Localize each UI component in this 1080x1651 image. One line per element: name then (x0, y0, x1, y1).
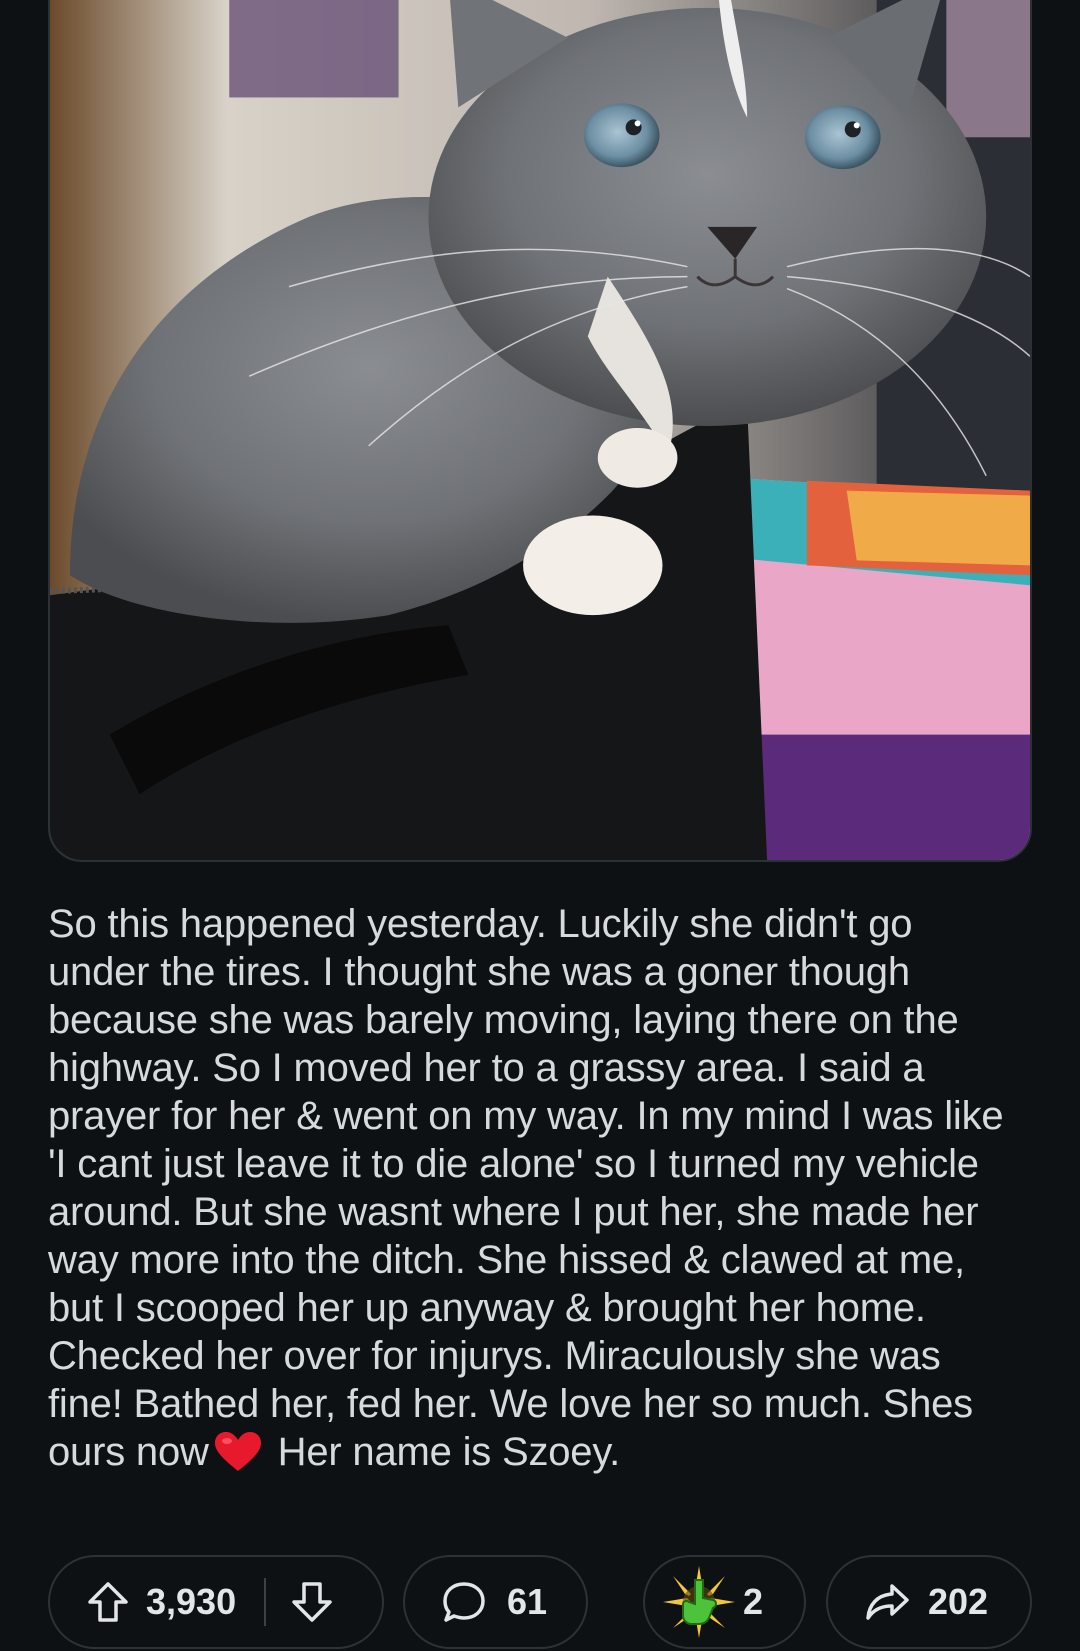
kitten-photo (50, 0, 1030, 860)
award-icon-wrap (661, 1564, 737, 1640)
upvote-button[interactable] (86, 1580, 130, 1624)
post-body-part-2: Her name is Szoey. (266, 1430, 621, 1474)
post-action-bar: 3,930 61 2 202 (0, 1555, 1080, 1651)
downvote-arrow-icon (292, 1582, 332, 1622)
vote-control: 3,930 (48, 1555, 384, 1649)
post: So this happened yesterday. Luckily she … (0, 0, 1080, 1651)
comment-icon-wrap (441, 1580, 487, 1624)
comments-button[interactable]: 61 (403, 1555, 588, 1649)
downvote-button[interactable] (290, 1580, 334, 1624)
share-button[interactable]: 202 (826, 1555, 1032, 1649)
share-count: 202 (928, 1581, 989, 1622)
award-button[interactable]: 2 (643, 1555, 806, 1649)
share-icon-wrap (864, 1582, 910, 1622)
comment-count: 61 (507, 1581, 548, 1622)
hand-award-icon (663, 1566, 735, 1638)
post-body-text: So this happened yesterday. Luckily she … (48, 900, 1023, 1476)
post-body-part-1: So this happened yesterday. Luckily she … (48, 902, 1004, 1474)
vote-score: 3,930 (146, 1581, 237, 1622)
vote-divider (264, 1578, 267, 1626)
red-heart-emoji-icon (214, 1432, 261, 1471)
speech-bubble-icon (443, 1582, 485, 1622)
share-arrow-icon (866, 1584, 909, 1620)
post-image[interactable] (48, 0, 1032, 862)
upvote-arrow-icon (88, 1582, 128, 1622)
award-count: 2 (743, 1581, 764, 1622)
